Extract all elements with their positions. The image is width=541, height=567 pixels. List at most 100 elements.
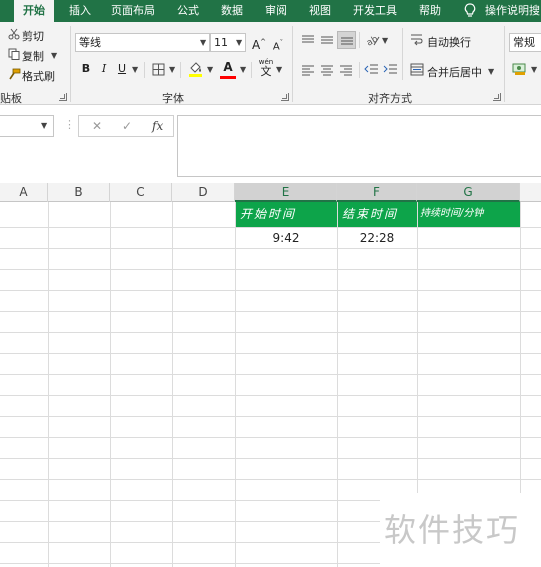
cell-g1-duration-header[interactable]: 持续时间/分钟 <box>418 202 520 227</box>
decrease-indent-icon[interactable] <box>364 63 379 76</box>
tab-view[interactable]: 视图 <box>309 0 331 22</box>
align-row-divider-2 <box>359 62 360 78</box>
gridline-h <box>0 479 541 480</box>
column-header-f[interactable]: F <box>337 183 417 202</box>
gridline-h <box>0 248 541 249</box>
fill-color-icon[interactable] <box>188 60 203 77</box>
wen-char-label: 文 <box>260 65 272 78</box>
tab-insert[interactable]: 插入 <box>69 0 91 22</box>
cancel-icon[interactable]: ✕ <box>92 119 102 133</box>
font-launcher-icon[interactable] <box>281 93 289 101</box>
ribbon-tab-bar: 开始 插入 页面布局 公式 数据 审阅 视图 开发工具 帮助 操作说明搜 <box>0 0 541 22</box>
column-header-c[interactable]: C <box>110 183 172 202</box>
tab-data[interactable]: 数据 <box>221 0 243 22</box>
clipboard-launcher-icon[interactable] <box>59 93 67 101</box>
tab-developer[interactable]: 开发工具 <box>353 0 397 22</box>
accounting-format-icon[interactable] <box>512 61 528 76</box>
watermark: 软件技巧 <box>380 493 541 567</box>
gridline-h <box>0 458 541 459</box>
fill-color-dropdown-arrow[interactable]: ▼ <box>207 65 213 75</box>
formula-input[interactable] <box>177 115 541 177</box>
wrap-text-button[interactable]: 自动换行 <box>427 34 471 50</box>
cell-e2-start-time[interactable]: 9:42 <box>235 228 337 248</box>
font-color-swatch <box>220 76 236 79</box>
increase-indent-icon[interactable] <box>383 63 398 76</box>
tab-formulas[interactable]: 公式 <box>177 0 199 22</box>
merge-center-dropdown-arrow[interactable]: ▼ <box>488 67 494 77</box>
font-name-dropdown-arrow[interactable]: ▼ <box>200 38 206 48</box>
column-header-g[interactable]: G <box>417 183 520 202</box>
tab-review[interactable]: 审阅 <box>265 0 287 22</box>
tab-page-layout[interactable]: 页面布局 <box>111 0 155 22</box>
copy-button[interactable]: 复制 <box>22 48 44 64</box>
bold-button[interactable]: B <box>77 60 95 78</box>
accounting-dropdown-arrow[interactable]: ▼ <box>531 65 537 75</box>
scissors-icon <box>8 28 20 40</box>
align-right-icon[interactable] <box>339 64 353 76</box>
cut-button[interactable]: 剪切 <box>22 28 44 44</box>
gridline-h <box>0 395 541 396</box>
align-center-icon[interactable] <box>320 64 334 76</box>
insert-function-icon[interactable]: fx <box>152 119 163 133</box>
gridline-h <box>0 374 541 375</box>
gridline-h <box>0 311 541 312</box>
font-name-value: 等线 <box>79 36 101 49</box>
column-headers: A B C D E F G <box>0 183 541 202</box>
gridline-v <box>110 202 111 567</box>
borders-dropdown-arrow[interactable]: ▼ <box>169 65 175 75</box>
format-painter-icon <box>9 68 21 80</box>
underline-button[interactable]: U <box>113 60 131 78</box>
number-format-box[interactable]: 常规 <box>509 33 541 52</box>
column-header-b[interactable]: B <box>48 183 110 202</box>
alignment-launcher-icon[interactable] <box>493 93 501 101</box>
svg-text:ab: ab <box>365 34 380 47</box>
format-painter-button[interactable]: 格式刷 <box>22 68 55 84</box>
number-format-value: 常规 <box>513 36 535 49</box>
grow-font-button[interactable]: A^ <box>250 33 268 52</box>
column-header-d[interactable]: D <box>172 183 235 202</box>
gridline-h <box>0 416 541 417</box>
borders-icon[interactable] <box>152 63 165 76</box>
font-color-button[interactable]: A <box>219 58 237 76</box>
tab-tell-me-search[interactable]: 操作说明搜 <box>485 0 540 22</box>
phonetic-dropdown-arrow[interactable]: ▼ <box>276 65 282 75</box>
align-bottom-icon <box>341 37 353 45</box>
cell-f1-end-time-header[interactable]: 结束时间 <box>338 202 417 227</box>
phonetic-guide-button[interactable]: wén 文 <box>256 58 276 78</box>
cell-f2-end-time[interactable]: 22:28 <box>337 228 417 248</box>
formula-bar: ▼ ⋮ ✕ ✓ fx <box>0 106 541 180</box>
tab-help[interactable]: 帮助 <box>419 0 441 22</box>
font-color-dropdown-arrow[interactable]: ▼ <box>240 65 246 75</box>
merge-center-button[interactable]: 合并后居中 <box>427 64 482 80</box>
merge-center-icon <box>410 63 424 76</box>
gridline-h <box>0 437 541 438</box>
underline-dropdown-arrow[interactable]: ▼ <box>132 65 138 75</box>
copy-dropdown-arrow[interactable]: ▼ <box>51 51 57 61</box>
orientation-icon[interactable]: ab <box>365 33 380 47</box>
clipboard-group-label: 贴板 <box>0 92 22 105</box>
gridline-v <box>235 202 236 567</box>
font-color-label: A <box>223 60 233 74</box>
align-row-divider <box>359 32 360 48</box>
align-col-divider <box>402 28 403 80</box>
column-header-a[interactable]: A <box>0 183 48 202</box>
column-header-e[interactable]: E <box>235 183 337 202</box>
font-size-value: 11 <box>214 36 228 49</box>
italic-button[interactable]: I <box>95 60 113 78</box>
align-left-icon[interactable] <box>301 64 315 76</box>
shrink-font-button[interactable]: Aˇ <box>269 34 287 52</box>
ribbon-home: 剪切 复制 ▼ 格式刷 贴板 等线 ▼ 11 ▼ A^ Aˇ B I U ▼ ▼… <box>0 22 541 105</box>
font-name-box[interactable]: 等线 <box>75 33 210 52</box>
enter-icon[interactable]: ✓ <box>122 119 132 133</box>
font-row-divider-3 <box>251 62 252 78</box>
tab-home[interactable]: 开始 <box>14 0 54 22</box>
cell-e1-start-time-header[interactable]: 开始时间 <box>236 202 337 227</box>
gridline-v <box>48 202 49 567</box>
excel-window: 开始 插入 页面布局 公式 数据 审阅 视图 开发工具 帮助 操作说明搜 剪切 … <box>0 0 541 567</box>
align-top-icon[interactable] <box>301 34 315 46</box>
align-middle-icon[interactable] <box>320 34 334 46</box>
orientation-dropdown-arrow[interactable]: ▼ <box>382 36 388 46</box>
font-size-dropdown-arrow[interactable]: ▼ <box>236 38 242 48</box>
name-box-dropdown-arrow[interactable]: ▼ <box>41 121 47 131</box>
column-header-h[interactable] <box>520 183 541 202</box>
